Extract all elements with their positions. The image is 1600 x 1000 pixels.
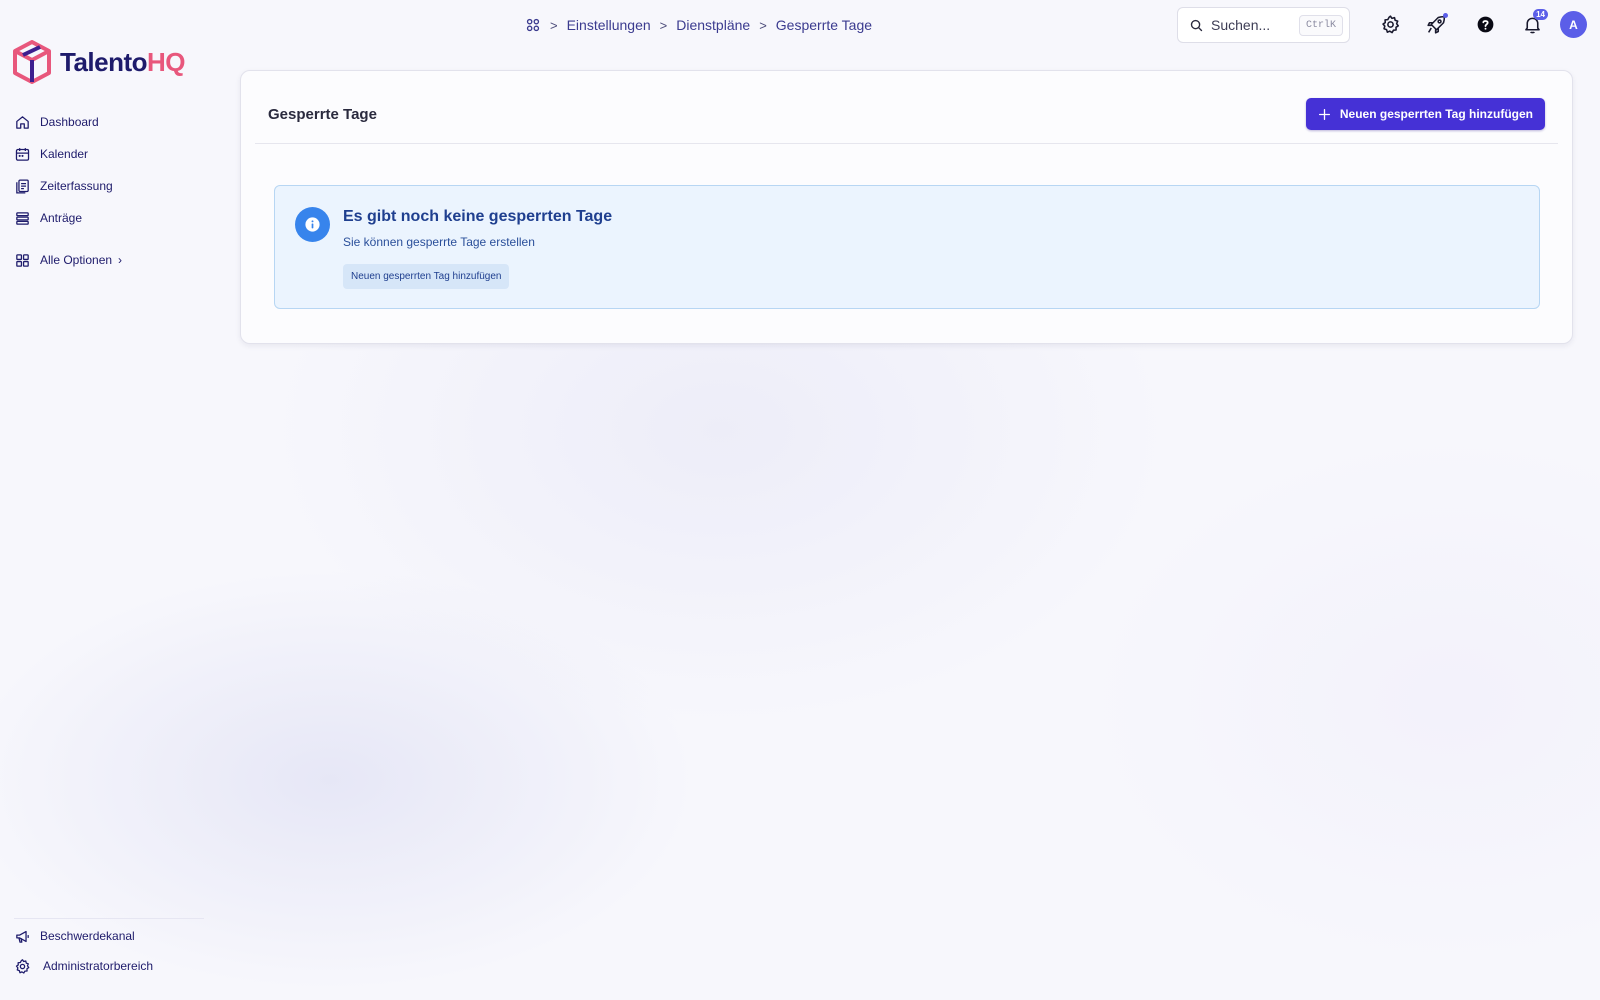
breadcrumb-dienstplaene[interactable]: Dienstpläne (676, 17, 750, 33)
home-icon (16, 115, 29, 129)
sidebar-item-antraege[interactable]: Anträge (14, 202, 214, 234)
notifications-button[interactable]: 14 (1520, 9, 1548, 36)
breadcrumb-einstellungen[interactable]: Einstellungen (567, 17, 651, 33)
empty-state-text: Sie können gesperrte Tage erstellen (343, 235, 535, 249)
app-logo[interactable]: TalentoHQ (12, 40, 186, 84)
breadcrumb: > Einstellungen > Dienstpläne > Gesperrt… (525, 14, 872, 36)
card-header: Gesperrte Tage Neuen gesperrten Tag hinz… (255, 71, 1558, 144)
chevron-right-icon: > (659, 17, 668, 33)
whats-new-button[interactable] (1424, 12, 1448, 36)
help-icon (1477, 16, 1493, 32)
notification-count-badge: 14 (1533, 9, 1548, 20)
empty-state-add-button[interactable]: Neuen gesperrten Tag hinzufügen (343, 264, 510, 289)
brand-name: TalentoHQ (60, 46, 186, 77)
chevron-right-icon: > (550, 17, 558, 33)
empty-state-alert: Es gibt noch keine gesperrten Tage Sie k… (274, 185, 1540, 309)
search-icon (1190, 19, 1203, 31)
add-blocked-day-button[interactable]: Neuen gesperrten Tag hinzufügen (1305, 98, 1545, 130)
sidebar-nav: Dashboard Kalender Zeiterfassung Anträge… (14, 106, 214, 276)
gear-icon (1381, 14, 1399, 33)
sidebar-item-label: Zeiterfassung (40, 179, 113, 193)
breadcrumb-gesperrte-tage[interactable]: Gesperrte Tage (776, 17, 872, 33)
sidebar-item-label: Administratorbereich (43, 959, 154, 973)
sidebar-item-zeiterfassung[interactable]: Zeiterfassung (14, 170, 214, 202)
empty-state-title: Es gibt noch keine gesperrten Tage (343, 208, 613, 225)
settings-button[interactable] (1378, 12, 1402, 36)
add-blocked-day-label: Neuen gesperrten Tag hinzufügen (1339, 107, 1533, 121)
search-input[interactable]: Suchen... CtrlK (1177, 7, 1350, 43)
sidebar-item-dashboard[interactable]: Dashboard (14, 106, 214, 138)
grid-home-icon[interactable] (525, 17, 541, 33)
sidebar-item-beschwerdekanal[interactable]: Beschwerdekanal (14, 921, 204, 951)
calendar-icon (15, 147, 30, 161)
chevron-right-icon: › (118, 253, 123, 267)
grid-icon (16, 253, 29, 267)
avatar[interactable]: A (1560, 11, 1587, 38)
sidebar-item-label: Kalender (40, 147, 89, 161)
megaphone-icon (16, 930, 29, 943)
sidebar-item-kalender[interactable]: Kalender (14, 138, 214, 170)
logo-cube-icon (13, 40, 51, 84)
help-button[interactable] (1473, 12, 1497, 36)
chevron-right-icon: > (759, 17, 767, 33)
gear-icon (15, 958, 30, 974)
blocked-days-card: Gesperrte Tage Neuen gesperrten Tag hinz… (240, 70, 1573, 344)
sidebar-item-label: Anträge (40, 211, 83, 225)
plus-icon (1318, 108, 1330, 120)
sidebar-item-label: Alle Optionen (40, 253, 113, 267)
search-shortcut: CtrlK (1298, 14, 1343, 36)
sidebar-item-administratorbereich[interactable]: Administratorbereich (14, 951, 204, 981)
info-icon (295, 207, 330, 242)
search-placeholder: Suchen... (1211, 17, 1271, 33)
sidebar-item-label: Beschwerdekanal (40, 929, 135, 943)
new-indicator-dot (1443, 13, 1448, 18)
clipboard-icon (16, 178, 29, 194)
page-title: Gesperrte Tage (268, 106, 377, 123)
sidebar-bottom-nav: Beschwerdekanal Administratorbereich (14, 918, 204, 981)
stack-icon (16, 211, 29, 225)
sidebar-item-alle-optionen[interactable]: Alle Optionen › (14, 244, 214, 276)
sidebar-item-label: Dashboard (40, 115, 99, 129)
